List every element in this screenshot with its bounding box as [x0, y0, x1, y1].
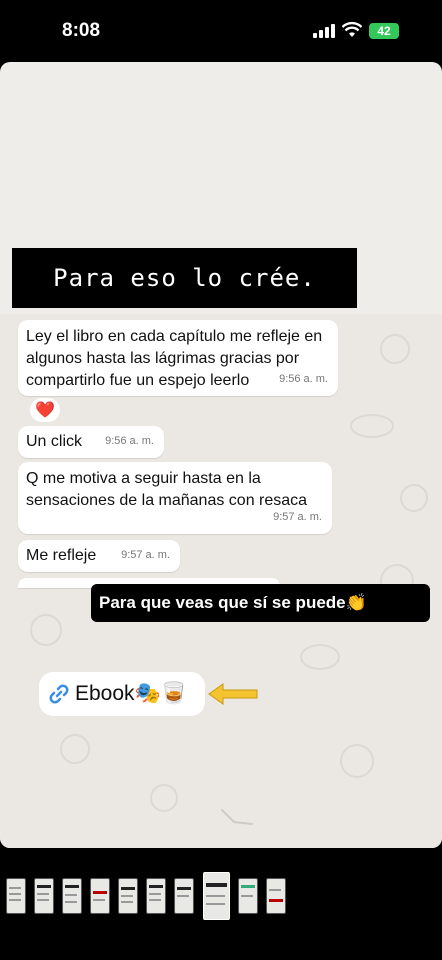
message-bubble: Q me motiva a seguir hasta en la sensaci… — [18, 462, 332, 534]
story-card: Para eso lo crée. Ley el libro en cada c… — [0, 62, 442, 848]
story-thumbnail[interactable] — [266, 878, 286, 914]
heart-icon: ❤️ — [30, 398, 60, 422]
reaction-emoji: ❤️ — [35, 402, 55, 419]
story-thumbnail[interactable] — [34, 878, 54, 914]
message-time: 9:56 a. m. — [105, 435, 154, 447]
ebook-link-label: Ebook🎭🥃 — [75, 682, 187, 705]
ebook-link-sticker[interactable]: Ebook🎭🥃 — [39, 672, 205, 716]
story-thumbnail[interactable] — [6, 878, 26, 914]
story-thumbnail[interactable] — [174, 878, 194, 914]
battery-level: 42 — [377, 24, 391, 38]
story-thumbnail[interactable] — [146, 878, 166, 914]
status-time: 8:08 — [62, 20, 101, 41]
battery-icon: 42 — [369, 23, 399, 39]
signal-icon — [313, 24, 339, 38]
message-time: 9:56 a. m. — [279, 373, 328, 385]
message-bubble: Me refleje 9:57 a. m. — [18, 540, 180, 572]
story-thumbnail[interactable] — [238, 878, 258, 914]
story-caption: Para que veas que sí se puede👏 — [91, 584, 430, 622]
message-bubble: Un click 9:56 a. m. — [18, 426, 164, 458]
wifi-icon — [342, 22, 362, 37]
swipe-mark — [221, 809, 253, 825]
status-bar: 8:08 42 — [0, 0, 442, 62]
story-thumbnail-active[interactable] — [203, 872, 230, 920]
arrow-left-icon — [208, 683, 258, 705]
story-title: Para eso lo crée. — [12, 248, 357, 308]
message-bubble: Ley el libro en cada capítulo me refleje… — [18, 320, 338, 396]
story-thumbnail[interactable] — [90, 878, 110, 914]
message-time: 9:57 a. m. — [273, 511, 322, 523]
story-thumbnails — [0, 866, 442, 926]
story-thumbnail[interactable] — [118, 878, 138, 914]
message-time: 9:57 a. m. — [121, 549, 170, 561]
story-thumbnail[interactable] — [62, 878, 82, 914]
link-icon — [49, 684, 69, 704]
